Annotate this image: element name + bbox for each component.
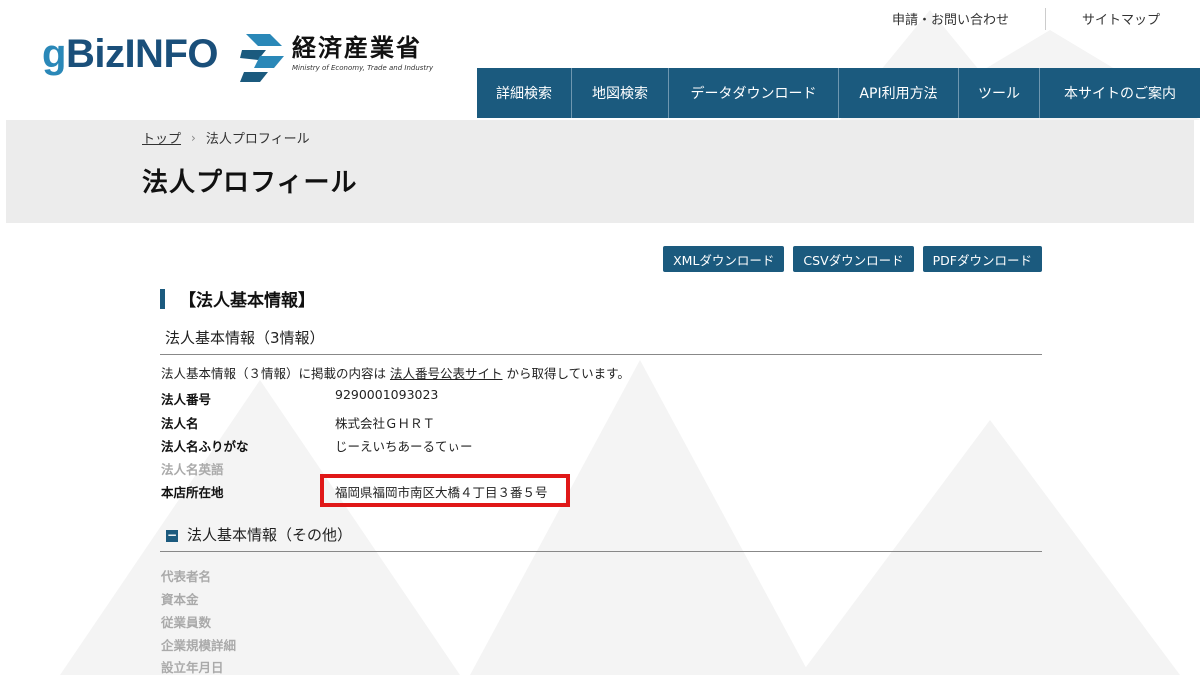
nav-map-search[interactable]: 地図検索 (572, 68, 669, 118)
meti-name-jp: 経済産業省 (292, 34, 422, 62)
row-label: 法人番号 (161, 392, 212, 407)
download-buttons: XMLダウンロード CSVダウンロード PDFダウンロード (654, 246, 1042, 272)
other-row-capital: 資本金 (161, 592, 199, 607)
info-row-corporate-name: 法人名 株式会社ＧＨＲＴ (161, 413, 1041, 433)
nav-tools[interactable]: ツール (959, 68, 1040, 118)
other-row-established-date: 設立年月日 (161, 660, 224, 675)
xml-download-button[interactable]: XMLダウンロード (663, 246, 785, 272)
row-value: 9290001093023 (335, 387, 439, 402)
row-value: じーえいちあーるてぃー (335, 439, 473, 454)
subsection-title-other: 法人基本情報（その他） (187, 526, 353, 544)
site-header: gBizINFO 経済産業省 Ministry of Economy, Trad… (0, 0, 1200, 120)
page-title-band: トップ › 法人プロフィール 法人プロフィール (6, 120, 1194, 223)
nav-detail-search[interactable]: 詳細検索 (477, 68, 572, 118)
logo-rest: BizINFO (65, 32, 219, 76)
breadcrumb: トップ › 法人プロフィール (142, 128, 310, 148)
row-label: 法人名 (161, 416, 199, 431)
note-suffix: から取得しています。 (502, 366, 630, 381)
info-row-corporate-number: 法人番号 9290001093023 (161, 387, 1041, 409)
section-title: 【法人基本情報】 (179, 291, 315, 311)
csv-download-button[interactable]: CSVダウンロード (793, 246, 914, 272)
other-row-representative: 代表者名 (161, 569, 212, 584)
info-row-furigana: 法人名ふりがな じーえいちあーるてぃー (161, 436, 1041, 456)
gbizinfo-logo[interactable]: gBizINFO (42, 32, 218, 77)
source-note: 法人基本情報（３情報）に掲載の内容は 法人番号公表サイト から取得しています。 (161, 363, 630, 382)
address-highlight-box (320, 474, 570, 507)
contact-link[interactable]: 申請・お問い合わせ (892, 7, 1009, 30)
meti-logo[interactable]: 経済産業省 Ministry of Economy, Trade and Ind… (240, 34, 433, 82)
utility-links: 申請・お問い合わせ サイトマップ (892, 7, 1160, 30)
chevron-right-icon: › (191, 130, 196, 145)
corporate-number-site-link[interactable]: 法人番号公表サイト (390, 366, 503, 381)
subsection-heading-other: − 法人基本情報（その他） (160, 520, 1042, 552)
breadcrumb-home-link[interactable]: トップ (142, 128, 181, 147)
info-row-english-name: 法人名英語 (161, 459, 1041, 479)
nav-data-download[interactable]: データダウンロード (669, 68, 839, 118)
logo-prefix: g (42, 32, 66, 76)
nav-api-usage[interactable]: API利用方法 (839, 68, 959, 118)
sitemap-link[interactable]: サイトマップ (1082, 7, 1160, 30)
row-label: 本店所在地 (161, 485, 224, 500)
page-title: 法人プロフィール (142, 168, 358, 198)
util-divider (1044, 7, 1046, 30)
info-row-head-office-address: 本店所在地 福岡県福岡市南区大橋４丁目３番５号 (161, 482, 1041, 502)
row-label: 法人名ふりがな (161, 439, 249, 454)
meti-name-en: Ministry of Economy, Trade and Industry (292, 64, 434, 72)
nav-site-guide[interactable]: 本サイトのご案内 (1040, 68, 1200, 118)
collapse-minus-icon[interactable]: − (166, 529, 178, 542)
section-heading: 【法人基本情報】 (160, 286, 315, 311)
other-row-employees: 従業員数 (161, 615, 212, 630)
global-nav: 詳細検索 地図検索 データダウンロード API利用方法 ツール 本サイトのご案内 (477, 68, 1200, 118)
note-prefix: 法人基本情報（３情報）に掲載の内容は (161, 366, 390, 381)
meti-emblem-icon (240, 34, 284, 82)
section-bar-marker (160, 288, 165, 309)
subsection-heading-3info: 法人基本情報（3情報） (160, 325, 1042, 355)
other-row-company-size: 企業規模詳細 (161, 638, 237, 653)
row-label: 法人名英語 (161, 462, 224, 477)
breadcrumb-current: 法人プロフィール (205, 132, 310, 147)
pdf-download-button[interactable]: PDFダウンロード (922, 246, 1042, 272)
row-value: 株式会社ＧＨＲＴ (335, 416, 436, 431)
subsection-title-3info: 法人基本情報（3情報） (165, 329, 325, 347)
